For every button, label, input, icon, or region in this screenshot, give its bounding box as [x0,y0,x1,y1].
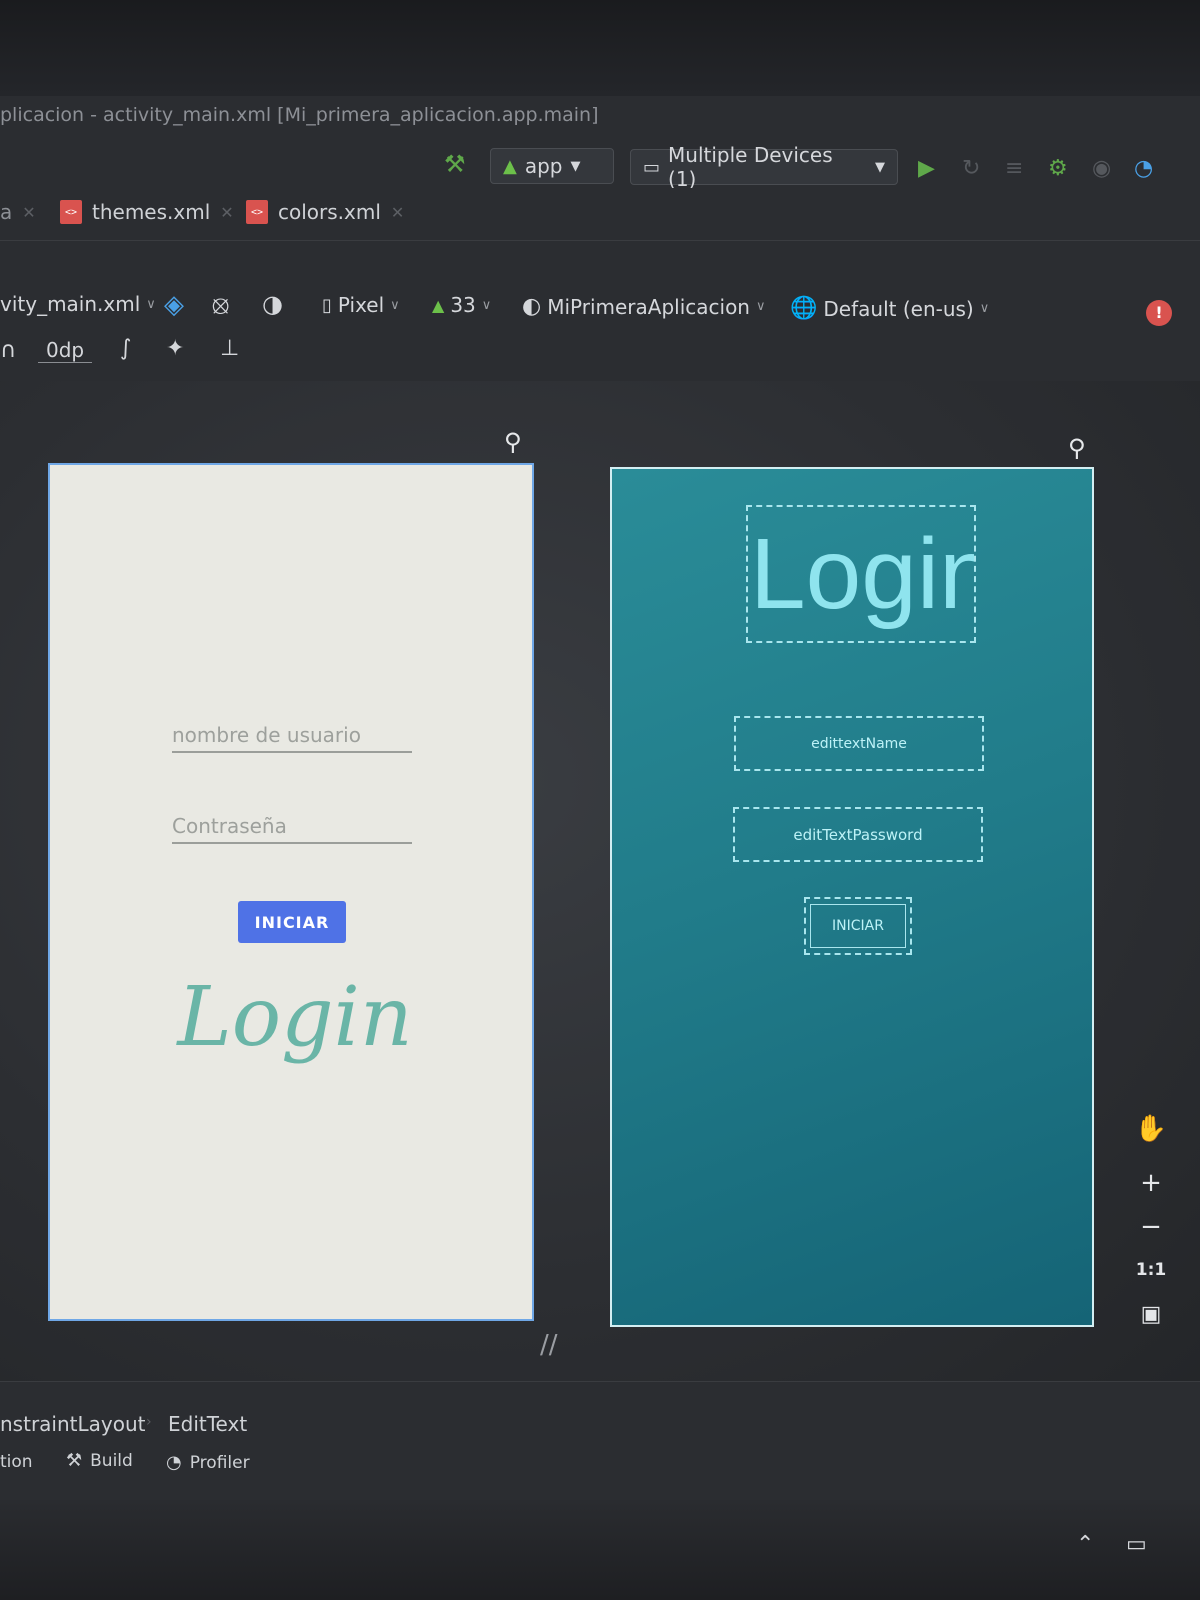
theme-selector[interactable]: ◐ MiPrimeraAplicacion ∨ [522,294,766,319]
infer-constraints-wand-icon[interactable]: ✦ [166,336,184,361]
xml-file-icon: <> [246,200,268,224]
default-margin-label: 0dp [46,338,85,362]
debug-bug-icon[interactable]: ⚙ [1048,156,1068,181]
guidelines-icon[interactable]: ⊥ [220,336,239,361]
tab-label: themes.xml [92,200,211,224]
chevron-down-icon: ∨ [979,301,990,316]
design-preview[interactable]: Login nombre de usuario Contraseña INICI… [48,463,534,1321]
error-icon[interactable]: ! [1146,300,1172,326]
login-title[interactable]: Login [175,970,415,1065]
phone-icon: ▯ [322,294,332,316]
tab-colors-xml[interactable]: <> colors.xml ✕ [246,200,404,224]
blueprint-preview[interactable]: Login edittextName editTextPassword INIC… [610,467,1094,1327]
apply-changes-icon[interactable]: ↻ [962,156,980,181]
default-margin-selector[interactable]: 0dp [38,338,93,363]
device-label: Multiple Devices (1) [668,143,833,191]
apply-code-changes-icon[interactable]: ≡ [1005,156,1023,181]
locale-selector[interactable]: 🌐 Default (en-us) ∨ [790,296,989,321]
layout-file-label: vity_main.xml [0,292,141,316]
device-selector[interactable]: ▯ Pixel ∨ [322,293,400,317]
breadcrumb-child[interactable]: EditText [168,1412,247,1436]
password-field[interactable]: Contraseña [172,814,412,844]
design-surface-layers-icon[interactable]: ◈ [164,290,184,320]
api-level-selector[interactable]: ▲ 33 ∨ [432,293,491,317]
pin-icon[interactable]: ⚲ [1068,434,1086,462]
orientation-icon[interactable]: ⦻ [212,290,229,321]
device-dropdown[interactable]: ▭ Multiple Devices (1) ▼ [630,143,898,191]
close-icon[interactable]: ✕ [391,203,404,222]
blueprint-name-field[interactable]: edittextName [734,716,984,771]
zoom-actual-size-button[interactable]: 1:1 [1134,1260,1168,1280]
zoom-to-fit-icon[interactable]: ▣ [1134,1302,1168,1327]
api-level-label: 33 [450,293,476,317]
locale-label: Default (en-us) [823,296,974,321]
layout-file-dropdown[interactable]: vity_main.xml ∨ [0,292,156,316]
resize-handle-icon[interactable]: ∕∕ [540,1330,558,1360]
android-icon: ▲ [432,295,445,315]
blueprint-password-field[interactable]: editTextPassword [733,807,983,862]
pin-icon[interactable]: ⚲ [504,428,522,456]
blueprint-iniciar-button[interactable]: INICIAR [804,897,912,955]
pan-hand-icon[interactable]: ✋ [1134,1114,1168,1144]
chevron-down-icon: ∨ [390,297,400,313]
tab-activity-main-partial[interactable]: a ✕ [0,200,36,224]
tool-window-tab[interactable]: tion [0,1452,33,1472]
screen-bezel-bottom [0,1500,1200,1600]
breadcrumb-separator-icon: › [146,1414,152,1430]
chevron-up-icon[interactable]: ⌃ [1076,1532,1094,1557]
tool-window-label: Profiler [189,1452,250,1473]
blueprint-button-inner-border [810,904,906,948]
run-config-label: app [524,154,563,178]
chevron-down-icon: ▼ [875,159,885,175]
autoconnect-magnet-icon[interactable]: ∩ [0,338,16,363]
chevron-down-icon: ∨ [146,296,156,312]
tool-window-build[interactable]: ⚒ Build [66,1450,133,1471]
build-hammer-icon: ⚒ [66,1450,83,1471]
zoom-in-button[interactable]: + [1134,1168,1168,1198]
chevron-down-icon: ▼ [570,158,581,174]
chevron-down-icon: ∨ [755,299,766,314]
attach-debugger-icon[interactable]: ◉ [1092,156,1111,181]
tool-window-profiler[interactable]: ◔ Profiler [166,1452,250,1473]
build-hammer-icon[interactable]: ⚒ [444,150,466,178]
window-title: plicacion - activity_main.xml [Mi_primer… [0,104,599,126]
device-selector-label: Pixel [337,293,385,317]
tab-label: colors.xml [278,200,381,224]
profiler-gauge-icon[interactable]: ◔ [1134,156,1153,181]
close-icon[interactable]: ✕ [22,203,35,222]
iniciar-button[interactable]: INICIAR [238,901,346,943]
bottom-panel [0,1381,1200,1502]
chevron-down-icon: ∨ [481,297,492,313]
globe-icon: 🌐 [790,296,818,321]
close-icon[interactable]: ✕ [220,203,233,222]
android-icon: ▲ [503,155,517,177]
tab-themes-xml[interactable]: <> themes.xml ✕ [60,200,234,224]
screen-bezel-top [0,0,1200,96]
tablet-icon[interactable]: ▭ [1126,1532,1147,1557]
theme-icon: ◐ [522,294,542,319]
username-field[interactable]: nombre de usuario [172,723,412,753]
breadcrumb-parent[interactable]: nstraintLayout [0,1412,145,1436]
devices-icon: ▭ [643,156,661,178]
tool-window-label: Build [90,1450,133,1471]
clear-constraints-icon[interactable]: ∫ [120,336,131,361]
night-mode-icon[interactable]: ◑ [262,290,283,318]
theme-label: MiPrimeraAplicacion [547,294,750,319]
xml-file-icon: <> [60,200,82,224]
blueprint-login-title[interactable]: Login [746,505,976,643]
run-icon[interactable]: ▶ [918,156,935,181]
run-config-dropdown[interactable]: ▲ app ▼ [490,148,614,184]
profiler-gauge-icon: ◔ [166,1452,182,1473]
zoom-out-button[interactable]: − [1134,1212,1168,1242]
